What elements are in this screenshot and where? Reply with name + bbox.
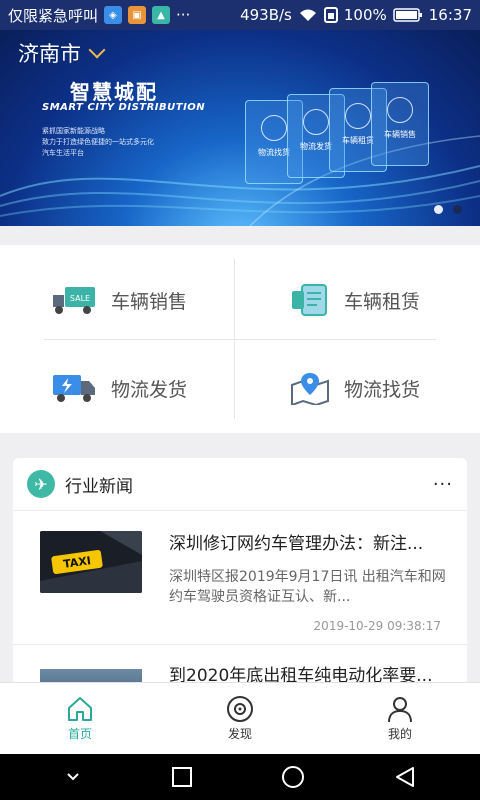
tab-label: 发现	[227, 727, 252, 741]
banner-description: 紧抓国家新能源战略 致力于打造绿色便捷的一站式多元化 汽车生活平台	[42, 127, 154, 157]
status-bar: 仅限紧急呼叫 ◈ ▣ ▲ ··· 493B/s 100% 16:37	[0, 0, 480, 30]
banner-subtitle: SMART CITY DISTRIBUTION	[42, 102, 206, 113]
news-summary: 深圳特区报2019年9月17日讯 出租汽车和网约车驾驶员资格证互认、新...	[169, 569, 446, 605]
news-section-title: 行业新闻	[65, 476, 133, 497]
service-label: 车辆租赁	[343, 290, 420, 313]
news-date: 2019-10-29 09:38:17	[313, 619, 441, 633]
service-grid: SALE 车辆销售 车辆租赁 物流发货 物流找货	[0, 245, 480, 433]
tab-label: 首页	[67, 727, 92, 741]
service-label: 物流发货	[110, 378, 187, 401]
recent-apps-icon[interactable]	[170, 765, 194, 789]
shield-notify-icon: ◈	[104, 6, 123, 24]
promo-banner[interactable]: 济南市 智慧城配 SMART CITY DISTRIBUTION 紧抓国家新能源…	[0, 30, 480, 226]
back-icon[interactable]	[393, 765, 417, 789]
net-speed: 493B/s	[240, 6, 292, 24]
news-category-icon: ✈	[27, 470, 55, 498]
truck-sale-icon: SALE	[52, 287, 95, 314]
image-notify-icon: ▲	[152, 6, 171, 24]
city-name[interactable]: 济南市	[18, 38, 81, 68]
discover-icon	[227, 696, 253, 722]
wifi-icon	[299, 9, 316, 21]
svg-text:SALE: SALE	[70, 294, 90, 303]
carousel-dot[interactable]	[434, 205, 443, 214]
home-icon	[68, 697, 92, 721]
service-logistics-send[interactable]: 物流发货	[4, 343, 234, 433]
battery-text: 100%	[343, 6, 387, 24]
carousel-dot-active[interactable]	[453, 205, 462, 214]
city-selector[interactable]: 济南市	[18, 38, 106, 68]
rental-doc-icon	[291, 284, 327, 316]
industry-news-card: ✈ 行业新闻 ··· TAXI 深圳修订网约车管理办法：新注... 深圳特区报2…	[13, 458, 467, 698]
news-header: ✈ 行业新闻 ···	[13, 458, 467, 510]
service-logistics-find[interactable]: 物流找货	[240, 343, 470, 433]
more-options-button[interactable]: ···	[433, 474, 453, 495]
home-circle-icon[interactable]	[280, 764, 306, 790]
lightning-truck-icon	[52, 375, 95, 402]
banner-panels: 物流找货 物流发货 车辆租赁 车辆销售	[245, 78, 435, 188]
banner-title: 智慧城配	[70, 80, 158, 104]
system-navigation-bar	[0, 754, 480, 800]
news-title[interactable]: 深圳修订网约车管理办法：新注...	[169, 529, 465, 554]
app-notify-icon: ▣	[128, 6, 147, 24]
chevron-down-icon[interactable]	[88, 41, 106, 59]
battery-icon	[393, 8, 422, 22]
more-notifications: ···	[176, 6, 191, 24]
tab-home[interactable]: 首页	[0, 683, 160, 754]
profile-icon	[388, 697, 412, 723]
carrier-text: 仅限紧急呼叫	[8, 6, 99, 25]
chevron-down-icon[interactable]	[63, 767, 83, 787]
carousel-dots	[434, 205, 462, 214]
news-item[interactable]: TAXI 深圳修订网约车管理办法：新注... 深圳特区报2019年9月17日讯 …	[13, 511, 467, 645]
service-vehicle-rental[interactable]: 车辆租赁	[240, 255, 470, 345]
bottom-tab-bar: 首页 发现 我的	[0, 682, 480, 754]
service-label: 物流找货	[343, 378, 420, 401]
news-thumbnail: TAXI	[40, 531, 142, 593]
tab-discover[interactable]: 发现	[160, 683, 320, 754]
sim-icon	[323, 7, 338, 23]
service-label: 车辆销售	[110, 290, 187, 313]
map-pin-icon	[290, 373, 329, 405]
clock: 16:37	[428, 6, 472, 24]
tab-label: 我的	[387, 727, 412, 741]
banner-panel: 车辆销售	[371, 82, 429, 166]
tab-profile[interactable]: 我的	[320, 683, 480, 754]
service-vehicle-sales[interactable]: SALE 车辆销售	[4, 255, 234, 345]
